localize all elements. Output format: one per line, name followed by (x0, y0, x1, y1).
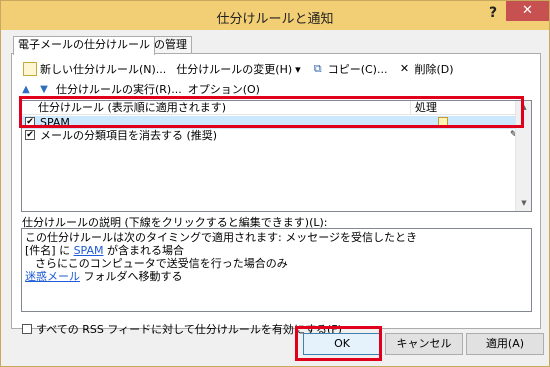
rss-option[interactable]: すべての RSS フィードに対して仕分けルールを有効にする(F) (22, 322, 342, 336)
rule-checkbox[interactable]: ✔ (25, 117, 35, 127)
tab-email-rules[interactable]: 電子メールの仕分けルール (13, 36, 155, 55)
rules-list: 仕分けルール (表示順に適用されます) 処理 ✔ SPAM ✔ メールの分類項目… (21, 100, 532, 212)
rules-toolbar-secondary: ▲ ▼ 仕分けルールの実行(R)... オプション(O) (20, 80, 260, 98)
rules-list-scrollbar[interactable]: ▲ ▼ (515, 101, 531, 211)
options-button[interactable]: オプション(O) (188, 81, 260, 97)
move-down-icon[interactable]: ▼ (38, 84, 50, 95)
new-rule-button[interactable]: 新しい仕分けルール(N)... (20, 60, 169, 78)
subject-keyword-link[interactable]: SPAM (74, 244, 104, 257)
column-header-action[interactable]: 処理 (410, 101, 437, 115)
rules-toolbar: 新しい仕分けルール(N)... 仕分けルールの変更(H) ▾ ⧉ コピー(C).… (20, 60, 457, 78)
copy-rule-button[interactable]: ⧉ コピー(C)... (308, 60, 391, 78)
rss-checkbox[interactable] (22, 323, 32, 334)
change-rule-label: 仕分けルールの変更(H) (176, 63, 293, 76)
close-button[interactable]: ✕ (506, 1, 549, 21)
scroll-up-icon[interactable]: ▲ (519, 103, 529, 113)
description-line: [件名] に SPAM が含まれる場合 (25, 244, 528, 257)
cancel-button[interactable]: キャンセル (385, 333, 463, 355)
description-line: 迷惑メール フォルダへ移動する (25, 270, 528, 283)
description-text: が含まれる場合 (103, 244, 185, 257)
copy-label: コピー(C)... (327, 63, 388, 76)
apply-button[interactable]: 適用(A) (466, 333, 544, 355)
new-rule-label: 新しい仕分けルール(N)... (40, 63, 167, 76)
rule-row-clear-categories[interactable]: ✔ メールの分類項目を消去する (推奨) ✎ (22, 129, 518, 142)
help-button[interactable]: ? (483, 3, 503, 23)
run-rules-button[interactable]: 仕分けルールの実行(R)... (56, 81, 182, 97)
rules-and-alerts-dialog: 仕分けルールと通知 ? ✕ 電子メールの仕分けルール 通知の管理 新しい仕分けル… (0, 0, 550, 367)
new-rule-icon (23, 62, 37, 76)
rule-row-spam[interactable]: ✔ SPAM (22, 116, 516, 129)
junk-folder-link[interactable]: 迷惑メール (25, 270, 80, 283)
title-bar: 仕分けルールと通知 ? ✕ (1, 1, 549, 30)
rules-list-header: 仕分けルール (表示順に適用されます) 処理 (22, 101, 516, 115)
scroll-down-icon[interactable]: ▼ (519, 199, 529, 209)
delete-rule-button[interactable]: ✕ 削除(D) (394, 60, 456, 78)
description-text: [件名] に (25, 244, 74, 257)
rule-checkbox[interactable]: ✔ (25, 130, 35, 140)
copy-icon: ⧉ (313, 62, 322, 75)
move-up-icon[interactable]: ▲ (20, 84, 32, 95)
rule-description-box: この仕分けルールは次のタイミングで適用されます: メッセージを受信したとき [件… (21, 228, 532, 312)
dropdown-arrow-icon: ▾ (295, 62, 301, 76)
change-rule-button[interactable]: 仕分けルールの変更(H) ▾ (173, 60, 303, 78)
delete-x-icon: ✕ (399, 62, 410, 75)
description-line: さらにこのコンピュータで送受信を行った場合のみ (35, 257, 288, 270)
document-icon (438, 117, 448, 127)
rss-option-label: すべての RSS フィードに対して仕分けルールを有効にする(F) (36, 322, 342, 336)
description-line: この仕分けルールは次のタイミングで適用されます: メッセージを受信したとき (25, 231, 417, 244)
description-text: フォルダへ移動する (80, 270, 183, 283)
ok-button[interactable]: OK (303, 333, 381, 355)
column-header-rule[interactable]: 仕分けルール (表示順に適用されます) (36, 101, 226, 115)
email-rules-panel: 新しい仕分けルール(N)... 仕分けルールの変更(H) ▾ ⧉ コピー(C).… (11, 53, 541, 336)
window-title: 仕分けルールと通知 (216, 12, 334, 27)
rule-label: メールの分類項目を消去する (推奨) (40, 129, 218, 142)
delete-label: 削除(D) (414, 63, 454, 76)
rule-label: SPAM (40, 116, 70, 129)
